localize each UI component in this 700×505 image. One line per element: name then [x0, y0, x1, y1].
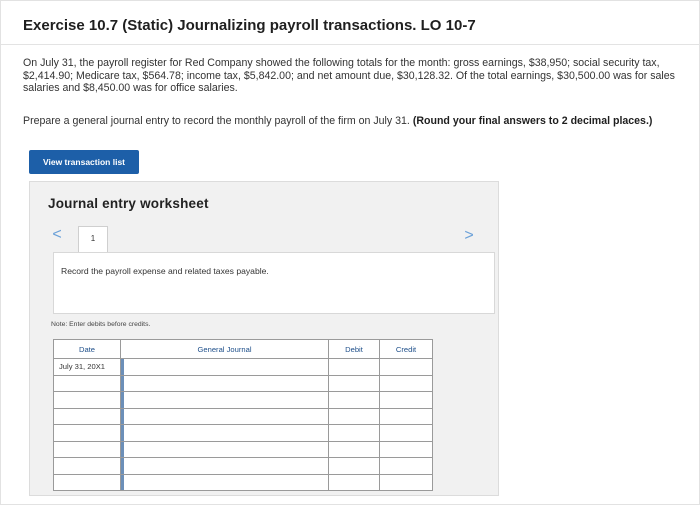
debit-input[interactable] — [328, 358, 380, 376]
journal-row — [53, 407, 433, 425]
account-select[interactable] — [120, 440, 329, 458]
tab-entry-1[interactable]: 1 — [78, 226, 108, 252]
debit-input[interactable] — [328, 473, 380, 491]
debit-input[interactable] — [328, 391, 380, 409]
journal-row — [53, 473, 433, 491]
credit-input[interactable] — [379, 473, 433, 491]
debit-input[interactable] — [328, 457, 380, 475]
date-cell[interactable] — [53, 473, 121, 491]
account-select[interactable] — [120, 374, 329, 392]
account-select[interactable] — [120, 391, 329, 409]
entry-instruction-box: Record the payroll expense and related t… — [53, 252, 495, 314]
dropdown-indicator — [121, 392, 124, 408]
problem-paragraph: On July 31, the payroll register for Red… — [23, 57, 675, 94]
entry-instruction: Record the payroll expense and related t… — [61, 266, 269, 276]
next-entry-icon[interactable]: > — [459, 227, 479, 247]
debit-input[interactable] — [328, 424, 380, 442]
account-select[interactable] — [120, 358, 329, 376]
journal-row: July 31, 20X1 — [53, 358, 433, 376]
journal-row — [53, 457, 433, 475]
instruction-text: Prepare a general journal entry to recor… — [23, 115, 410, 127]
credit-input[interactable] — [379, 424, 433, 442]
view-transaction-list-button[interactable]: View transaction list — [29, 150, 139, 174]
debit-input[interactable] — [328, 407, 380, 425]
dropdown-indicator — [121, 425, 124, 441]
dropdown-indicator — [121, 408, 124, 424]
credit-input[interactable] — [379, 457, 433, 475]
date-column-header: Date — [53, 339, 121, 359]
journal-row — [53, 374, 433, 392]
debit-credit-note: Note: Enter debits before credits. — [51, 321, 151, 328]
instruction-paragraph: Prepare a general journal entry to recor… — [23, 115, 699, 128]
dropdown-indicator — [121, 458, 124, 474]
account-select[interactable] — [120, 424, 329, 442]
credit-input[interactable] — [379, 374, 433, 392]
date-cell[interactable] — [53, 440, 121, 458]
credit-input[interactable] — [379, 407, 433, 425]
title-divider — [1, 44, 700, 45]
journal-row — [53, 440, 433, 458]
journal-table: Date General Journal Debit Credit July 3… — [53, 339, 433, 491]
date-cell[interactable]: July 31, 20X1 — [53, 358, 121, 376]
account-select[interactable] — [120, 457, 329, 475]
journal-row — [53, 391, 433, 409]
general-journal-column-header: General Journal — [120, 339, 329, 359]
credit-column-header: Credit — [379, 339, 433, 359]
account-select[interactable] — [120, 407, 329, 425]
prev-entry-icon[interactable]: < — [47, 226, 67, 246]
exercise-title: Exercise 10.7 (Static) Journalizing payr… — [23, 17, 476, 34]
exercise-page: Exercise 10.7 (Static) Journalizing payr… — [0, 0, 700, 505]
date-cell[interactable] — [53, 391, 121, 409]
debit-input[interactable] — [328, 440, 380, 458]
credit-input[interactable] — [379, 391, 433, 409]
dropdown-indicator — [121, 359, 124, 375]
dropdown-indicator — [121, 375, 124, 391]
dropdown-indicator — [121, 441, 124, 457]
debit-input[interactable] — [328, 374, 380, 392]
dropdown-indicator — [121, 474, 124, 490]
account-select[interactable] — [120, 473, 329, 491]
worksheet-title: Journal entry worksheet — [48, 196, 209, 211]
credit-input[interactable] — [379, 440, 433, 458]
debit-column-header: Debit — [328, 339, 380, 359]
rounding-note: (Round your final answers to 2 decimal p… — [412, 115, 653, 127]
journal-row — [53, 424, 433, 442]
date-cell[interactable] — [53, 424, 121, 442]
credit-input[interactable] — [379, 358, 433, 376]
date-cell[interactable] — [53, 407, 121, 425]
date-cell[interactable] — [53, 374, 121, 392]
date-cell[interactable] — [53, 457, 121, 475]
journal-header-row: Date General Journal Debit Credit — [53, 339, 433, 359]
